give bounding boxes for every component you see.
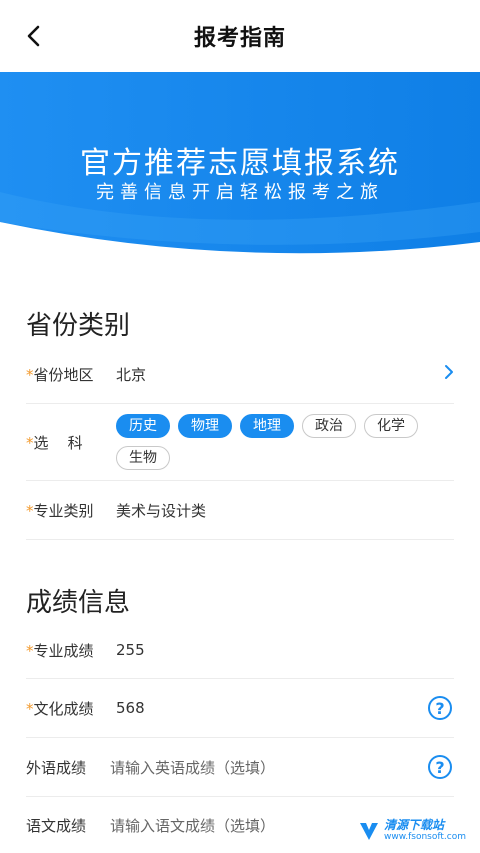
banner-title: 官方推荐志愿填报系统	[80, 146, 400, 181]
banner-subtitle: 完善信息开启轻松报考之旅	[96, 182, 384, 203]
professional-score-row[interactable]: *专业成绩 255	[26, 622, 454, 679]
major-row[interactable]: *专业类别 美术与设计类	[26, 481, 454, 540]
back-button[interactable]	[20, 22, 48, 50]
watermark: 清源下载站 www.fsonsoft.com	[358, 819, 466, 843]
watermark-url: www.fsonsoft.com	[383, 832, 466, 842]
chinese-score-label: 语文成绩	[26, 816, 87, 835]
province-value: 北京	[116, 365, 147, 384]
subject-chip-physics[interactable]: 物理	[178, 414, 232, 438]
province-row[interactable]: *省份地区 北京	[26, 345, 454, 404]
professional-score-value[interactable]: 255	[116, 641, 145, 659]
watermark-logo-icon	[359, 823, 378, 840]
banner: 官方推荐志愿填报系统 完善信息开启轻松报考之旅	[0, 72, 480, 272]
top-bar: 报考指南	[0, 0, 480, 72]
professional-score-label: *专业成绩	[26, 641, 94, 660]
score-section-title: 成绩信息	[26, 588, 131, 618]
page-title: 报考指南	[193, 26, 286, 51]
province-label: *省份地区	[26, 365, 94, 384]
culture-score-value[interactable]: 568	[116, 699, 145, 717]
watermark-name: 清源下载站	[383, 818, 444, 832]
english-score-label: 外语成绩	[26, 758, 87, 777]
subject-chip-biology[interactable]: 生物	[116, 446, 170, 470]
english-score-row[interactable]: 外语成绩 请输入英语成绩（选填） ?	[26, 738, 454, 797]
subjects-row: *选 科 历史 物理 地理 政治 化学 生物	[26, 404, 454, 481]
culture-score-label: *文化成绩	[26, 699, 94, 718]
province-section-title: 省份类别	[26, 311, 131, 341]
help-icon[interactable]: ?	[428, 696, 452, 720]
major-label: *专业类别	[26, 501, 94, 520]
chevron-left-icon	[27, 25, 40, 47]
subject-chip-politics[interactable]: 政治	[302, 414, 356, 438]
subject-chip-history[interactable]: 历史	[116, 414, 170, 438]
english-score-input[interactable]: 请输入英语成绩（选填）	[110, 757, 275, 778]
help-icon[interactable]: ?	[428, 755, 452, 779]
chinese-score-input[interactable]: 请输入语文成绩（选填）	[110, 815, 275, 836]
major-value: 美术与设计类	[116, 501, 207, 520]
subject-chip-geography[interactable]: 地理	[240, 414, 294, 438]
subject-chips: 历史 物理 地理 政治 化学 生物	[116, 414, 436, 470]
culture-score-row[interactable]: *文化成绩 568 ?	[26, 679, 454, 738]
subjects-label: *选 科	[26, 433, 83, 452]
chevron-right-icon[interactable]	[444, 364, 454, 384]
subject-chip-chemistry[interactable]: 化学	[364, 414, 418, 438]
